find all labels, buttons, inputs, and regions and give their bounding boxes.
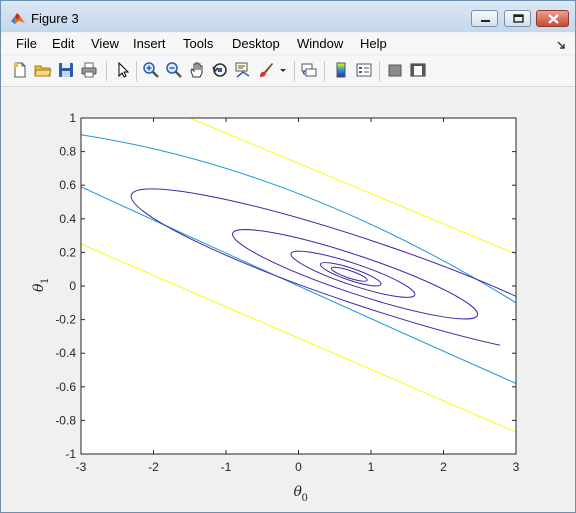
colorbar-icon[interactable] [332,61,350,79]
open-folder-icon[interactable] [34,61,52,79]
brush-icon[interactable] [257,61,275,79]
y-tick-label: -0.2 [55,313,76,327]
menu-view[interactable]: View [91,36,119,51]
x-tick-label: 2 [440,460,447,474]
figure-canvas: -3 -2 -1 0 1 2 3 -1 -0.8 -0.6 -0.4 -0.2 0 0.2 0.4 0.6 0.… [1,88,575,512]
dock-arrow-icon[interactable] [556,37,566,55]
toolbar-separator [379,61,380,81]
menu-bar: File Edit View Insert Tools Desktop Wind… [1,33,575,54]
close-button[interactable] [536,10,569,27]
toolbar-separator [294,61,295,81]
y-axis-label-subscript: 1 [40,278,51,284]
y-tick-label: 1 [69,111,76,125]
new-figure-icon[interactable] [11,61,29,79]
link-plot-icon[interactable] [300,61,318,79]
figure-toolbar [1,56,575,87]
maximize-button[interactable] [504,10,531,27]
figure-window: Figure 3 File Edit View Insert Tools Des… [0,0,576,513]
show-plot-tools-icon[interactable] [409,61,427,79]
toolbar-separator [136,61,137,81]
y-tick-label: 0.8 [59,145,76,159]
x-axis-label-subscript: 0 [302,493,308,504]
pan-hand-icon[interactable] [188,61,206,79]
x-tick-label: 1 [368,460,375,474]
minimize-button[interactable] [471,10,498,27]
menu-help[interactable]: Help [360,36,387,51]
print-icon[interactable] [80,61,98,79]
y-tick-label: 0 [69,279,76,293]
hide-plot-tools-icon[interactable] [386,61,404,79]
legend-icon[interactable] [355,61,373,79]
y-tick-label: -0.4 [55,346,76,360]
menu-tools[interactable]: Tools [183,36,213,51]
zoom-in-icon[interactable] [142,61,160,79]
brush-dropdown-icon[interactable] [278,61,288,79]
x-tick-label: 3 [513,460,520,474]
x-tick-label: 0 [295,460,302,474]
matlab-logo-icon [10,10,26,26]
y-tick-label: 0.2 [59,245,76,259]
window-title: Figure 3 [31,11,79,26]
toolbar-separator [106,61,107,81]
menu-desktop[interactable]: Desktop [232,36,280,51]
y-tick-label: -1 [65,447,76,461]
save-icon[interactable] [57,61,75,79]
y-tick-label: 0.6 [59,178,76,192]
rotate-3d-icon[interactable] [211,61,229,79]
title-bar[interactable]: Figure 3 [1,1,575,32]
menu-file[interactable]: File [16,36,37,51]
toolbar-separator [324,61,325,81]
x-tick-label: -2 [148,460,159,474]
zoom-out-icon[interactable] [165,61,183,79]
x-tick-label: -3 [76,460,87,474]
y-tick-label: -0.6 [55,380,76,394]
y-tick-label: 0.4 [59,212,76,226]
y-tick-label: -0.8 [55,413,76,427]
contour-plot[interactable]: -3 -2 -1 0 1 2 3 -1 -0.8 -0.6 -0.4 -0.2 0 0.2 0.4 0.6 0.… [1,88,575,512]
data-cursor-icon[interactable] [234,61,252,79]
pointer-icon[interactable] [113,61,131,79]
x-tick-label: -1 [221,460,232,474]
menu-insert[interactable]: Insert [133,36,166,51]
menu-edit[interactable]: Edit [52,36,74,51]
menu-window[interactable]: Window [297,36,343,51]
